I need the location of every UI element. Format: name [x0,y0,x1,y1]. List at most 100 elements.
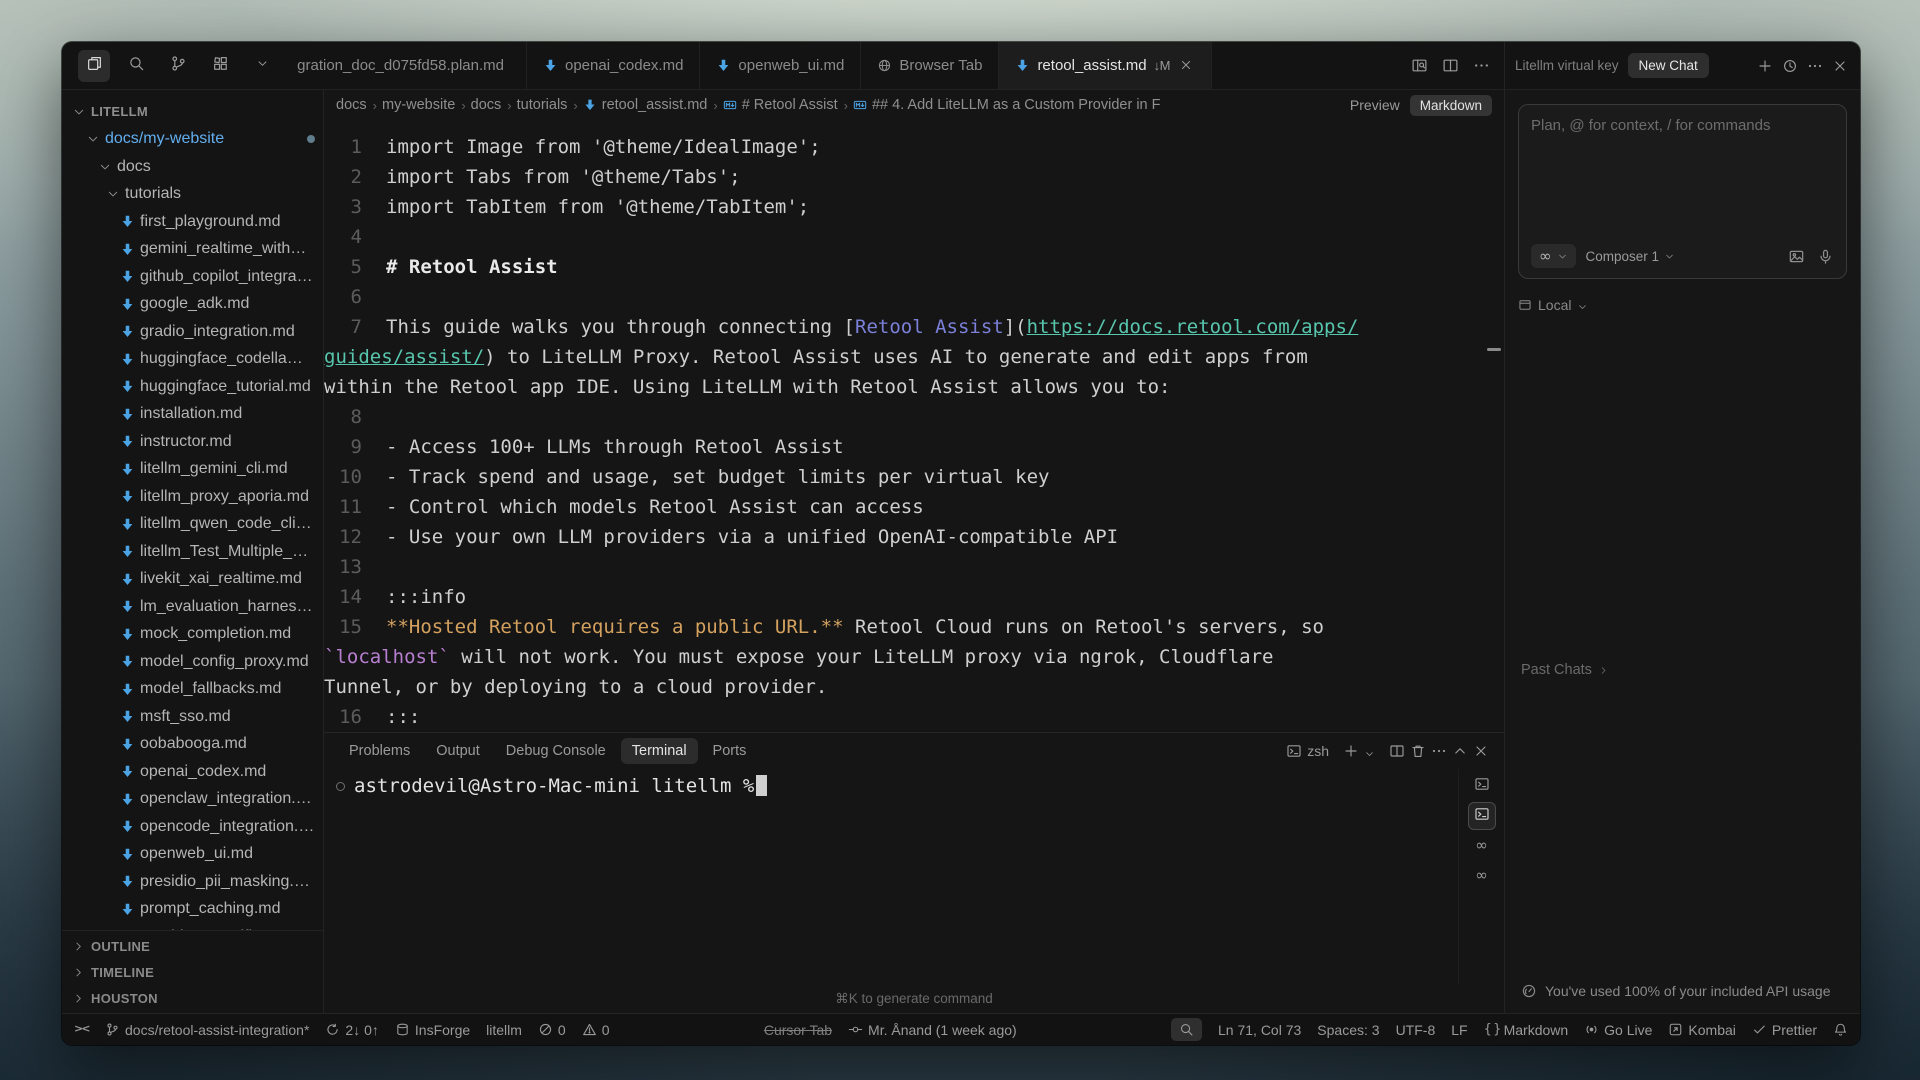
tree-item[interactable]: gradio_integration.md [62,318,323,346]
ellipsis-icon[interactable] [1473,57,1490,74]
close-icon[interactable] [1832,58,1848,74]
new-chat-tab[interactable]: New Chat [1628,53,1709,78]
status-item[interactable]: Prettier [1752,1022,1817,1038]
mic-icon[interactable] [1817,248,1834,265]
tree-item[interactable]: model_config_proxy.md [62,648,323,676]
breadcrumb-item[interactable]: › retool_assist.md [573,97,707,113]
tree-item[interactable]: lm_evaluation_harness.... [62,593,323,621]
tree-item[interactable]: docs/my-website [62,126,323,154]
terminal-instance[interactable]: ∞ [1469,833,1495,859]
activity-button[interactable] [246,50,278,82]
tree-item[interactable]: openai_codex.md [62,758,323,786]
preview-toggle[interactable]: Preview [1350,97,1400,113]
breadcrumb-item[interactable]: › tutorials [507,97,567,113]
close-icon[interactable] [1179,58,1195,74]
chat-tab-previous[interactable]: Litellm virtual key [1515,58,1619,73]
status-item[interactable]: { } Markdown [1484,1022,1569,1038]
panel-tab[interactable]: Terminal [621,738,698,764]
history-icon[interactable] [1782,58,1798,74]
breadcrumb-item[interactable]: › ## 4. Add LiteLLM as a Custom Provider… [844,97,1161,113]
model-selector[interactable]: Composer 1 [1586,249,1676,264]
open-preview-icon[interactable] [1411,57,1428,74]
status-item[interactable]: Spaces: 3 [1317,1022,1379,1038]
plus-icon[interactable] [1757,58,1773,74]
status-item[interactable]: 2↓ 0↑ [325,1022,378,1038]
tree-item[interactable]: model_fallbacks.md [62,676,323,704]
activity-button[interactable] [204,50,236,82]
status-item[interactable]: Ln 71, Col 73 [1218,1022,1301,1038]
tree-item[interactable]: litellm_qwen_code_cli.md [62,511,323,539]
code-editor[interactable]: 1 import Image from '@theme/IdealImage';… [324,120,1504,732]
tree-item[interactable]: litellm_gemini_cli.md [62,456,323,484]
status-item[interactable]: 0 [538,1022,566,1038]
close-icon[interactable] [1473,743,1489,759]
chat-input[interactable]: Plan, @ for context, / for commands ∞ Co… [1518,104,1847,279]
tree-item[interactable]: docs [62,153,323,181]
breadcrumb-item[interactable]: › docs [461,97,501,113]
tree-item[interactable]: mock_completion.md [62,621,323,649]
panel-tab[interactable]: Problems [338,738,421,764]
status-item[interactable] [1833,1022,1848,1037]
agent-mode-selector[interactable]: ∞ [1531,244,1576,268]
status-item[interactable]: Cursor Tab [764,1022,832,1038]
split-editor-icon[interactable] [1389,743,1405,759]
status-item[interactable] [1171,1018,1202,1041]
terminal-instance[interactable]: ∞ [1469,863,1495,889]
tree-item[interactable]: huggingface_tutorial.md [62,373,323,401]
tree-item[interactable]: github_copilot_integrati... [62,263,323,291]
activity-button[interactable] [78,50,110,82]
tree-item[interactable]: litellm_proxy_aporia.md [62,483,323,511]
split-editor-icon[interactable] [1442,57,1459,74]
activity-button[interactable] [120,50,152,82]
tree-item[interactable]: prompt_caching.md [62,896,323,924]
tree-item[interactable]: google_adk.md [62,291,323,319]
tree-item[interactable]: oobabooga.md [62,731,323,759]
status-item[interactable]: docs/retool-assist-integration* [105,1022,309,1038]
status-item[interactable]: Kombai [1668,1022,1735,1038]
tree-item[interactable]: LITELLM [62,98,323,126]
tree-item[interactable]: litellm_Test_Multiple_Pr... [62,538,323,566]
status-item[interactable]: LF [1451,1022,1467,1038]
tree-item[interactable]: huggingface_codellama... [62,346,323,374]
editor-tab[interactable]: retool_assist.md ↓M [999,42,1212,89]
tree-item[interactable]: opencode_integration.md [62,813,323,841]
editor-tab[interactable]: openai_codex.md [527,42,700,89]
status-item[interactable]: litellm [486,1022,522,1038]
sidebar-section-header[interactable]: HOUSTON [62,985,323,1011]
tree-item[interactable]: presidio_pii_masking.md [62,868,323,896]
panel-tab[interactable]: Debug Console [495,738,617,764]
status-item[interactable]: Mr. Ånand (1 week ago) [848,1022,1017,1038]
image-icon[interactable] [1788,248,1805,265]
scrollbar-marker[interactable] [1487,348,1501,351]
trash-icon[interactable] [1410,743,1426,759]
panel-tab[interactable]: Ports [702,738,758,764]
activity-button[interactable] [162,50,194,82]
tree-item[interactable]: openweb_ui.md [62,841,323,869]
tree-item[interactable]: tutorials [62,181,323,209]
breadcrumb-item[interactable]: › # Retool Assist [713,97,837,113]
local-selector[interactable]: Local [1518,297,1847,313]
tree-item[interactable]: first_playground.md [62,208,323,236]
status-item[interactable]: 0 [582,1022,610,1038]
status-item[interactable]: UTF-8 [1396,1022,1436,1038]
tree-item[interactable]: openclaw_integration.md [62,786,323,814]
status-item[interactable]: >< [74,1022,89,1037]
terminal-output[interactable]: astrodevil@Astro-Mac-mini litellm % [324,769,1458,985]
ellipsis-icon[interactable] [1431,743,1447,759]
sidebar-section-header[interactable]: TIMELINE [62,959,323,985]
sidebar-section-header[interactable]: OUTLINE [62,933,323,959]
shell-label[interactable]: zsh [1307,743,1329,759]
status-item[interactable]: Go Live [1584,1022,1652,1038]
editor-tab[interactable]: openweb_ui.md [700,42,861,89]
ellipsis-icon[interactable] [1807,58,1823,74]
tree-item[interactable]: gemini_realtime_with_a... [62,236,323,264]
tree-item[interactable]: livekit_xai_realtime.md [62,566,323,594]
tree-item[interactable]: provider_specific_para... [62,923,323,930]
breadcrumb-item[interactable]: docs [336,97,367,113]
terminal-instance[interactable] [1469,803,1495,829]
breadcrumb-item[interactable]: › my-website [373,97,456,113]
chevron-up-icon[interactable] [1452,743,1468,759]
editor-tab[interactable]: gration_doc_d075fd58.plan.md [292,42,527,89]
chevron-down-icon[interactable] [1364,746,1375,757]
tree-item[interactable]: instructor.md [62,428,323,456]
